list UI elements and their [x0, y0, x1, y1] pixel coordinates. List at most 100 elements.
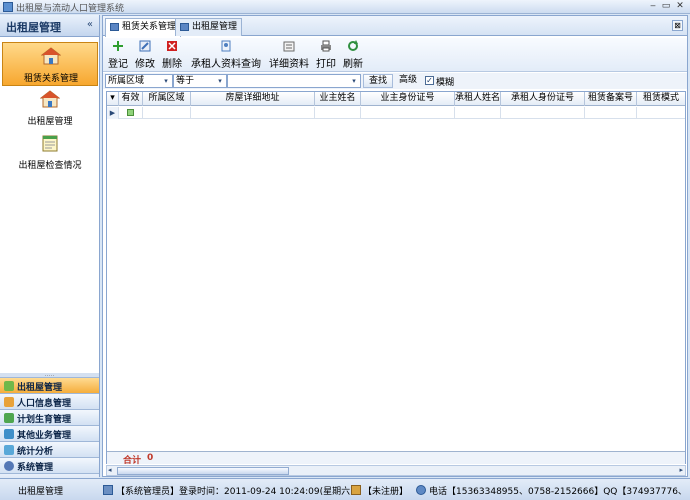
tab-lease-management[interactable]: 租赁关系管理: [105, 18, 182, 37]
close-tab-button[interactable]: ⊠: [672, 20, 683, 31]
category-label: 统计分析: [17, 447, 54, 457]
maximize-button[interactable]: ▭: [660, 1, 672, 12]
status-user: 【系统管理员】登录时间：2011-09-24 10:24:09(星期六): [116, 487, 354, 497]
print-button[interactable]: 打印: [315, 40, 337, 70]
nav-item-label: 租赁关系管理: [23, 74, 78, 84]
nav-item-inspection-status[interactable]: 出租屋检查情况: [2, 130, 98, 174]
nav-item-label: 出租屋管理: [27, 117, 73, 127]
filter-operator-value: 等于: [176, 76, 195, 86]
refresh-button[interactable]: 刷新: [342, 40, 364, 70]
column-header[interactable]: 业主姓名: [315, 92, 361, 106]
tab-strip: 租赁关系管理 出租屋管理 ⊠: [103, 16, 687, 37]
nav-item-lease-management[interactable]: 租赁关系管理: [2, 42, 98, 86]
house-icon: [41, 47, 61, 65]
scrollbar-thumb[interactable]: [117, 467, 289, 475]
nav-title: 出租屋管理: [6, 21, 61, 34]
house-icon: [40, 90, 60, 108]
edit-icon: [139, 40, 151, 52]
category-other-business[interactable]: 其他业务管理: [0, 425, 99, 441]
advanced-search-button[interactable]: 高级: [397, 74, 419, 88]
search-button[interactable]: 查找: [363, 74, 393, 88]
window-title: 出租屋与流动人口管理系统: [16, 4, 125, 14]
column-header[interactable]: 所属区域: [143, 92, 191, 106]
table-cell[interactable]: [361, 107, 455, 119]
tab-rental-house-management[interactable]: 出租屋管理: [175, 18, 243, 36]
column-header[interactable]: 租赁备案号: [585, 92, 637, 106]
table-cell[interactable]: [585, 107, 637, 119]
category-rental-house[interactable]: 出租屋管理: [0, 377, 99, 393]
delete-button[interactable]: 删除: [161, 40, 183, 70]
valid-checkbox[interactable]: [127, 109, 134, 116]
status-registration: 【未注册】: [363, 487, 409, 497]
category-population-info[interactable]: 人口信息管理: [0, 393, 99, 409]
horizontal-scrollbar[interactable]: ◂ ▸: [106, 465, 686, 476]
filter-operator-select[interactable]: 等于 ▾: [173, 74, 227, 88]
print-icon: [321, 40, 331, 52]
close-button[interactable]: ✕: [674, 1, 686, 12]
filter-bar: 所属区域 ▾ 等于 ▾ ▾ 查找 高级 ✓ 模糊: [103, 73, 687, 89]
minimize-button[interactable]: ‒: [647, 1, 659, 12]
scroll-right-icon[interactable]: ▸: [679, 466, 683, 474]
column-header[interactable]: 租赁模式: [637, 92, 685, 106]
refresh-icon: [348, 40, 358, 51]
house-icon: [4, 381, 14, 391]
category-label: 出租屋管理: [17, 383, 63, 393]
status-bar: 出租屋管理 【系统管理员】登录时间：2011-09-24 10:24:09(星期…: [0, 478, 690, 500]
column-header[interactable]: 承租人身份证号: [501, 92, 585, 106]
column-header[interactable]: 房屋详细地址: [191, 92, 315, 106]
tenant-search-button[interactable]: 承租人资料查询: [189, 40, 263, 70]
grid-icon: [110, 23, 119, 31]
table-cell[interactable]: [501, 107, 585, 119]
fuzzy-checkbox[interactable]: ✓: [425, 76, 434, 85]
grid-corner[interactable]: ▾: [107, 92, 119, 106]
scroll-left-icon[interactable]: ◂: [108, 466, 112, 474]
edit-button[interactable]: 修改: [134, 40, 156, 70]
table-cell[interactable]: [315, 107, 361, 119]
filter-field-value: 所属区域: [108, 76, 145, 86]
register-button[interactable]: 登记: [107, 40, 129, 70]
category-system[interactable]: 系统管理: [0, 457, 99, 473]
filter-field-select[interactable]: 所属区域 ▾: [105, 74, 173, 88]
filter-value-select[interactable]: ▾: [227, 74, 361, 88]
category-family-planning[interactable]: 计划生育管理: [0, 409, 99, 425]
category-label: 其他业务管理: [17, 431, 72, 441]
phone-icon: [416, 485, 426, 495]
details-button[interactable]: 详细资料: [267, 40, 311, 70]
table-cell[interactable]: [455, 107, 501, 119]
toolbar-label: 修改: [135, 59, 155, 70]
collapse-nav-button[interactable]: «: [87, 19, 93, 30]
status-module: 出租屋管理: [18, 487, 64, 497]
chevron-down-icon: ▾: [164, 77, 168, 85]
grid-footer: 合计 0: [107, 451, 685, 466]
left-navigation-panel: 出租屋管理 « 租赁关系管理 出租屋管理 出租屋检查情况 ..... 出租屋管理…: [0, 15, 100, 487]
row-indicator: ▶: [107, 107, 119, 119]
app-icon: [3, 2, 13, 12]
details-icon: [283, 41, 295, 52]
main-panel: 租赁关系管理 出租屋管理 ⊠ 登记 修改 删除 承租人资料查询 详细资料 打印 …: [102, 15, 688, 477]
toolbar-label: 详细资料: [269, 59, 309, 70]
table-cell[interactable]: [143, 107, 191, 119]
toolbar: 登记 修改 删除 承租人资料查询 详细资料 打印 刷新: [103, 38, 687, 72]
table-cell[interactable]: [119, 107, 143, 119]
column-header[interactable]: 承租人姓名: [455, 92, 501, 106]
fuzzy-label: 模糊: [436, 78, 455, 88]
chevron-down-icon: ▾: [218, 77, 222, 85]
table-cell[interactable]: [191, 107, 315, 119]
table-row[interactable]: ▶: [107, 107, 685, 119]
toolbar-label: 删除: [162, 59, 182, 70]
tenant-search-icon: [221, 40, 231, 52]
family-icon: [4, 413, 14, 423]
total-count: 0: [147, 453, 154, 463]
nav-header: 出租屋管理 «: [0, 15, 99, 37]
column-header[interactable]: 业主身份证号: [361, 92, 455, 106]
user-icon: [103, 485, 113, 495]
grid-icon: [180, 23, 189, 31]
data-grid: ▾ 有效 所属区域 房屋详细地址 业主姓名 业主身份证号 承租人姓名 承租人身份…: [106, 91, 686, 466]
chevron-down-icon: ▾: [352, 77, 356, 85]
table-cell[interactable]: [637, 107, 685, 119]
category-statistics[interactable]: 统计分析: [0, 441, 99, 457]
toolbar-label: 打印: [316, 59, 336, 70]
delete-icon: [167, 41, 177, 51]
column-header[interactable]: 有效: [119, 92, 143, 106]
nav-item-rental-house-management[interactable]: 出租屋管理: [2, 86, 98, 130]
